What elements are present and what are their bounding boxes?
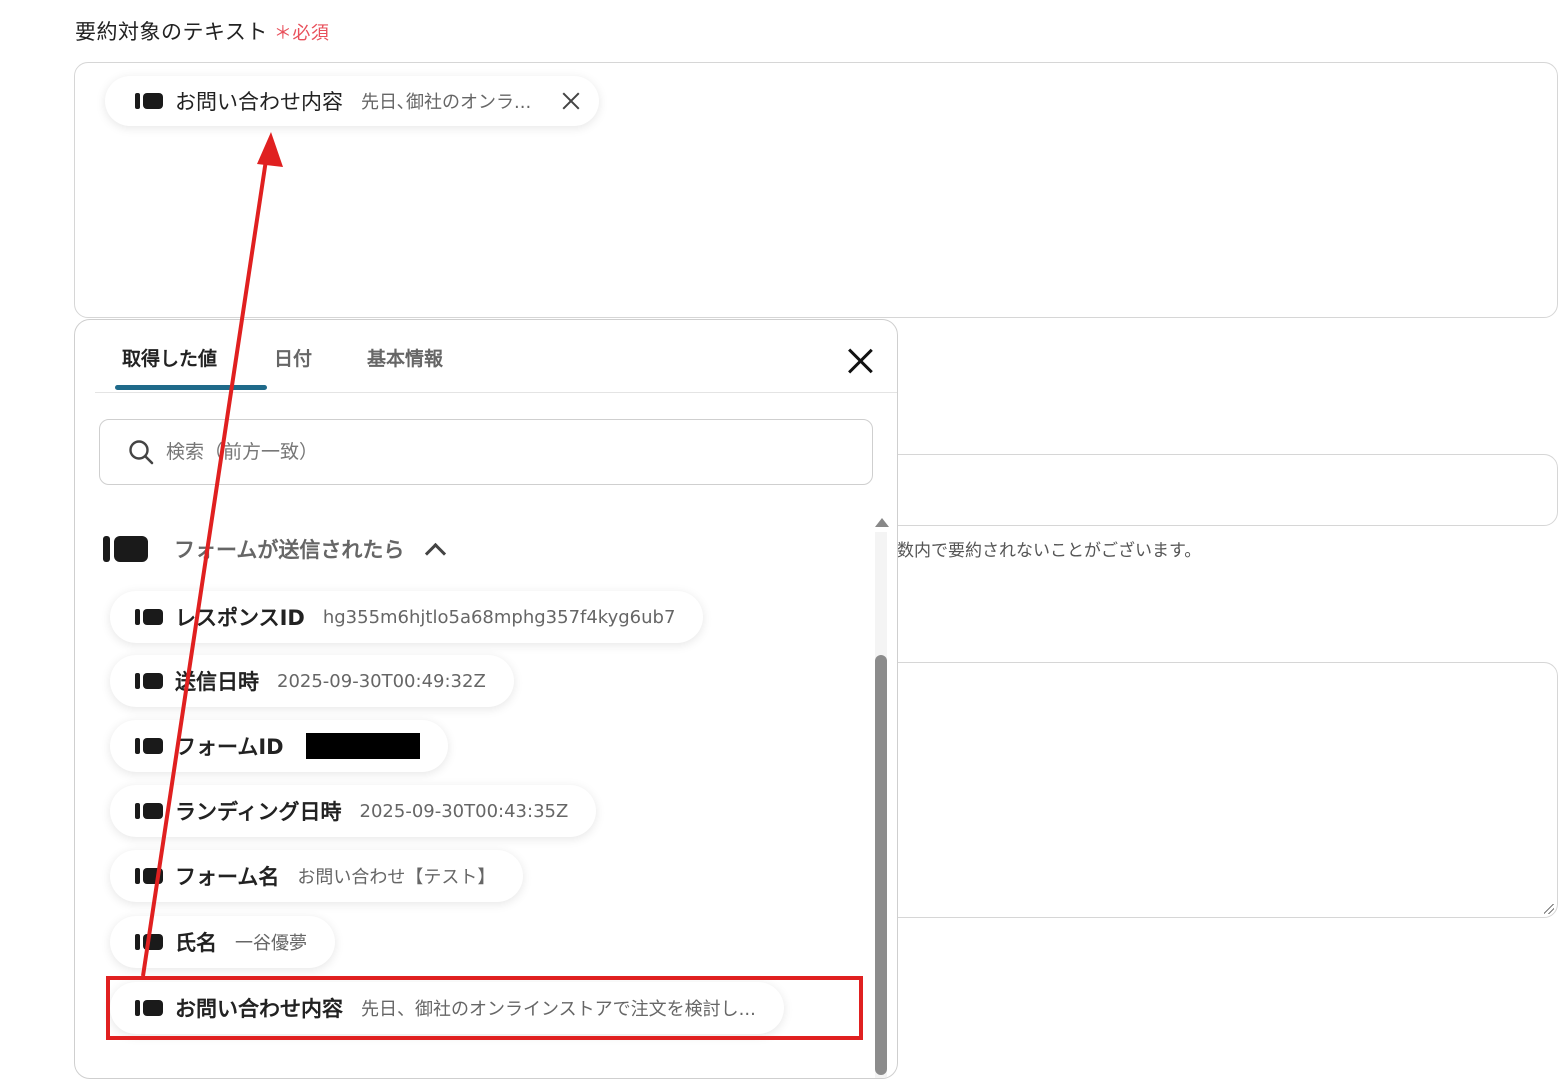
form-icon bbox=[103, 536, 110, 562]
group-label: フォームが送信されたら bbox=[174, 538, 405, 562]
list-item-form-name[interactable]: フォーム名 お問い合わせ【テスト】 bbox=[110, 850, 524, 902]
field-label-text: 要約対象のテキスト bbox=[75, 20, 268, 44]
search-box[interactable] bbox=[99, 419, 873, 485]
list-item-landing-datetime[interactable]: ランディング日時 2025-09-30T00:43:35Z bbox=[110, 785, 597, 837]
required-badge: 必須 bbox=[292, 23, 330, 44]
item-value: hg355m6hjtlo5a68mphg357f4kyg6ub7 bbox=[322, 606, 676, 628]
chevron-up-icon[interactable] bbox=[425, 542, 447, 564]
remove-token-close-icon[interactable] bbox=[561, 91, 581, 111]
item-value: 2025-09-30T00:49:32Z bbox=[277, 670, 486, 692]
resize-handle-icon[interactable] bbox=[1544, 904, 1554, 914]
list-item-form-id[interactable]: フォームID bbox=[110, 720, 448, 772]
scroll-up-icon[interactable] bbox=[875, 518, 889, 527]
item-value: 一谷優夢 bbox=[235, 933, 307, 954]
item-value: お問い合わせ【テスト】 bbox=[297, 867, 496, 888]
form-icon bbox=[135, 93, 163, 109]
tab-fetched-values[interactable]: 取得した値 bbox=[122, 344, 217, 371]
form-icon bbox=[135, 868, 163, 884]
background-note: 数内で要約されないことがございます。 bbox=[897, 541, 1202, 561]
list-item-response-id[interactable]: レスポンスID hg355m6hjtlo5a68mphg357f4kyg6ub7 bbox=[110, 591, 704, 643]
form-icon bbox=[135, 934, 163, 950]
tab-basic-info[interactable]: 基本情報 bbox=[367, 344, 443, 371]
item-value: 先日、御社のオンラインストアで注文を検討し... bbox=[361, 999, 756, 1020]
tab-date[interactable]: 日付 bbox=[274, 344, 312, 371]
item-label: 送信日時 bbox=[175, 670, 259, 694]
required-star: ＊ bbox=[273, 23, 293, 44]
selected-token-label: お問い合わせ内容 bbox=[175, 90, 343, 114]
form-icon bbox=[135, 1000, 163, 1016]
selected-token[interactable]: お問い合わせ内容 先日､御社のオンラ... bbox=[105, 76, 600, 126]
list-item-full-name[interactable]: 氏名 一谷優夢 bbox=[110, 916, 335, 968]
list-item-inquiry-content[interactable]: お問い合わせ内容 先日、御社のオンラインストアで注文を検討し... bbox=[110, 982, 784, 1034]
item-label: ランディング日時 bbox=[175, 800, 342, 824]
form-icon bbox=[135, 673, 163, 689]
selected-token-value: 先日､御社のオンラ... bbox=[361, 92, 532, 113]
background-input[interactable] bbox=[880, 454, 1558, 526]
item-value: 2025-09-30T00:43:35Z bbox=[359, 800, 569, 822]
item-label: フォームID bbox=[175, 735, 284, 759]
close-icon[interactable] bbox=[847, 348, 873, 374]
tab-bar: 取得した値 日付 基本情報 bbox=[95, 320, 897, 393]
background-textarea[interactable] bbox=[880, 662, 1558, 918]
active-tab-indicator bbox=[115, 385, 267, 390]
redacted-value bbox=[305, 733, 420, 759]
form-icon bbox=[135, 803, 163, 819]
item-label: フォーム名 bbox=[175, 865, 280, 889]
search-icon bbox=[128, 439, 154, 465]
scrollbar-thumb[interactable] bbox=[875, 655, 887, 1075]
search-input[interactable] bbox=[164, 440, 768, 464]
group-header-form-submitted[interactable]: フォームが送信されたら bbox=[103, 534, 447, 564]
item-label: レスポンスID bbox=[175, 606, 305, 630]
form-icon bbox=[135, 738, 163, 754]
item-label: お問い合わせ内容 bbox=[175, 997, 343, 1021]
form-icon bbox=[135, 609, 163, 625]
item-label: 氏名 bbox=[175, 931, 217, 955]
field-label: 要約対象のテキスト ＊必須 bbox=[75, 16, 329, 46]
list-item-sent-datetime[interactable]: 送信日時 2025-09-30T00:49:32Z bbox=[110, 655, 514, 707]
